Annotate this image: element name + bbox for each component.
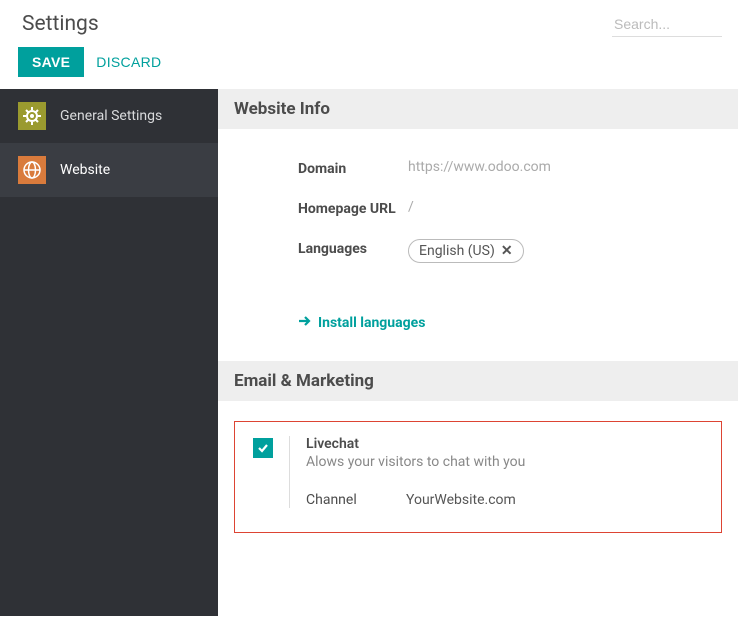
livechat-title: Livechat [306,436,703,452]
sidebar: General Settings Website [0,89,218,616]
install-languages-link[interactable]: Install languages [298,315,425,331]
save-button[interactable]: SAVE [18,47,84,77]
section-header-website-info: Website Info [218,89,738,129]
arrow-right-icon [298,315,312,331]
channel-label: Channel [306,492,406,508]
sidebar-item-general-settings[interactable]: General Settings [0,89,218,143]
homepage-url-label: Homepage URL [298,199,408,217]
domain-value[interactable]: https://www.odoo.com [408,159,551,175]
languages-label: Languages [298,239,408,257]
livechat-checkbox[interactable] [253,438,273,458]
discard-button[interactable]: DISCARD [96,54,161,70]
search-input[interactable] [612,12,722,37]
sidebar-item-label: Website [60,162,110,178]
install-languages-label: Install languages [318,315,425,331]
channel-value[interactable]: YourWebsite.com [406,492,516,508]
livechat-description: Alows your visitors to chat with you [306,454,703,470]
language-tag-label: English (US) [419,243,495,259]
section-header-marketing: Email & Marketing [218,361,738,401]
page-title: Settings [22,12,99,36]
sidebar-item-label: General Settings [60,108,162,124]
close-icon[interactable]: ✕ [501,243,513,259]
content-area: Website Info Domain https://www.odoo.com… [218,89,738,616]
language-tag[interactable]: English (US) ✕ [408,239,524,263]
divider [289,436,290,508]
livechat-option-box: Livechat Alows your visitors to chat wit… [234,421,722,533]
gear-icon [18,102,46,130]
globe-icon [18,156,46,184]
homepage-url-value[interactable]: / [408,199,414,215]
domain-label: Domain [298,159,408,177]
sidebar-item-website[interactable]: Website [0,143,218,197]
